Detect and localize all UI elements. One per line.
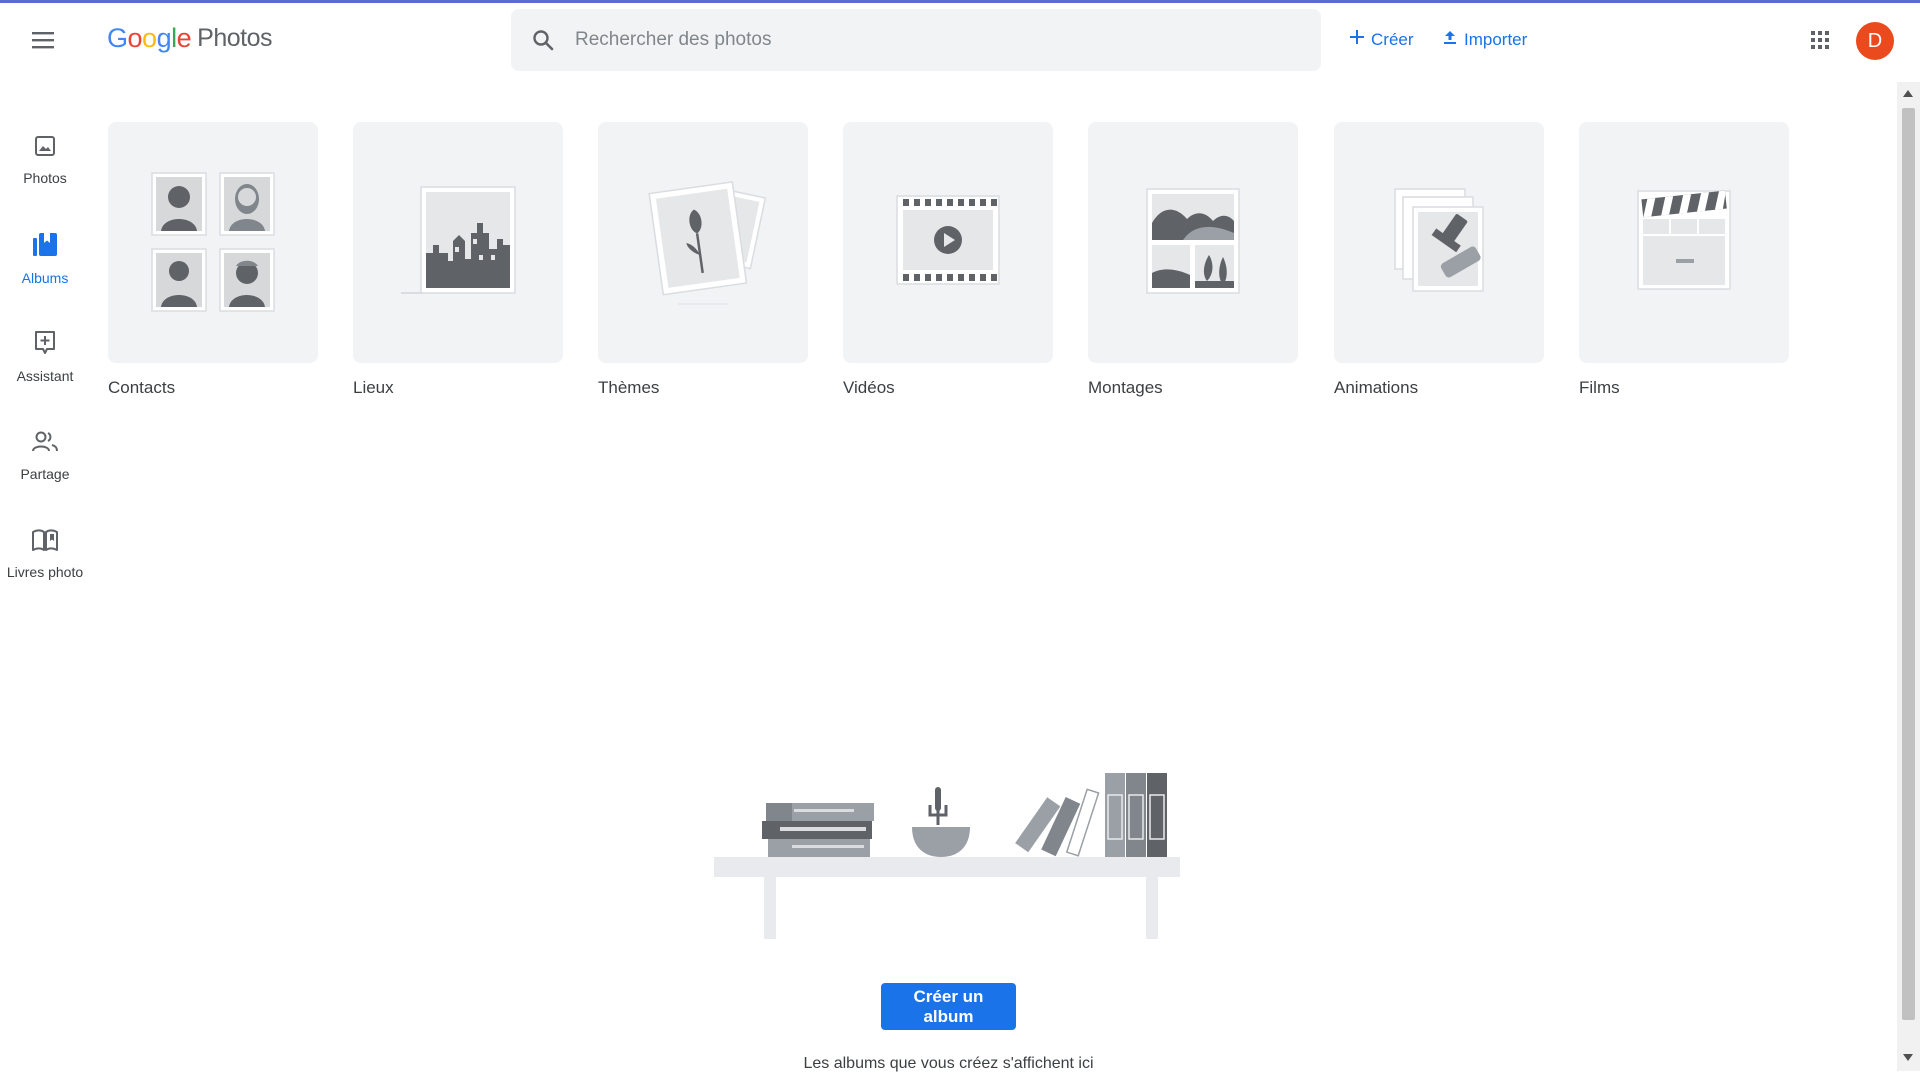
places-icon: [393, 175, 523, 310]
collage-icon: [1143, 185, 1243, 300]
search-input[interactable]: [573, 28, 1277, 52]
nav-item-albums[interactable]: Albums: [0, 232, 90, 286]
tile-label: Contacts: [108, 378, 176, 397]
scroll-up-arrow-icon[interactable]: [1903, 90, 1913, 97]
tile-label: Films: [1579, 378, 1620, 397]
book-icon: [31, 528, 59, 557]
logo-letter: e: [176, 23, 192, 53]
tile-label: Montages: [1088, 378, 1163, 397]
nav-item-photos[interactable]: Photos: [0, 134, 90, 186]
nav-label: Partage: [20, 466, 70, 482]
tile-label: Vidéos: [843, 378, 895, 397]
import-button[interactable]: Importer: [1442, 29, 1527, 50]
scrollbar-thumb[interactable]: [1902, 108, 1915, 1020]
create-label: Créer: [1371, 29, 1414, 49]
category-tile-contacts[interactable]: Contacts: [108, 122, 318, 398]
logo-letter: o: [127, 23, 143, 53]
tile-thumbnail: [1088, 122, 1298, 363]
empty-albums-illustration: [712, 765, 1182, 945]
tile-thumbnail: [108, 122, 318, 363]
tile-thumbnail: [1334, 122, 1544, 363]
category-tile-animations[interactable]: Animations: [1334, 122, 1544, 398]
logo-product-name: Photos: [197, 24, 272, 52]
account-avatar[interactable]: D: [1856, 22, 1894, 60]
nav-item-photo-books[interactable]: Livres photo: [0, 528, 90, 580]
tile-thumbnail: [843, 122, 1053, 363]
movie-clapper-icon: [1634, 185, 1734, 300]
logo-letter: o: [142, 23, 157, 53]
main-menu-button[interactable]: [22, 21, 64, 63]
create-album-button[interactable]: Créer un album: [881, 983, 1016, 1030]
albums-icon: [32, 232, 58, 263]
google-apps-button[interactable]: [1803, 25, 1837, 59]
search-icon[interactable]: [529, 26, 557, 54]
animation-icon: [1389, 185, 1489, 300]
empty-state-message: Les albums que vous créez s'affichent ic…: [803, 1055, 1094, 1072]
tile-label: Thèmes: [598, 378, 660, 397]
search-bar[interactable]: [511, 9, 1321, 71]
scroll-down-arrow-icon[interactable]: [1903, 1054, 1913, 1061]
assistant-icon: [33, 330, 57, 361]
things-icon: [638, 170, 768, 315]
import-label: Importer: [1464, 29, 1528, 49]
people-icon: [31, 430, 59, 459]
logo-letter: G: [107, 23, 128, 53]
category-tile-videos[interactable]: Vidéos: [843, 122, 1053, 398]
create-button[interactable]: Créer: [1349, 29, 1414, 50]
photo-icon: [33, 134, 57, 163]
category-tile-collages[interactable]: Montages: [1088, 122, 1298, 398]
contacts-icon: [148, 165, 278, 320]
page-scrollbar[interactable]: [1897, 82, 1920, 1071]
nav-label: Photos: [23, 170, 67, 186]
tile-thumbnail: [1579, 122, 1789, 363]
google-photos-logo[interactable]: Google Photos: [107, 23, 272, 54]
menu-icon: [32, 31, 54, 54]
upload-icon: [1442, 29, 1458, 50]
nav-item-assistant[interactable]: Assistant: [0, 330, 90, 384]
plus-icon: [1349, 29, 1365, 50]
tile-thumbnail: [598, 122, 808, 363]
app-header: Google Photos Créer Importer: [0, 3, 1920, 77]
nav-item-sharing[interactable]: Partage: [0, 430, 90, 482]
apps-grid-icon: [1810, 30, 1830, 55]
tile-label: Lieux: [353, 378, 394, 397]
category-tile-things[interactable]: Thèmes: [598, 122, 808, 398]
nav-label: Albums: [21, 270, 69, 286]
logo-letter: g: [156, 23, 172, 53]
category-tile-places[interactable]: Lieux: [353, 122, 563, 398]
tile-thumbnail: [353, 122, 563, 363]
avatar-letter: D: [1867, 29, 1883, 52]
nav-label: Assistant: [16, 368, 74, 384]
video-icon: [893, 190, 1003, 295]
tile-label: Animations: [1334, 378, 1419, 397]
nav-label: Livres photo: [6, 564, 84, 580]
category-tile-movies[interactable]: Films: [1579, 122, 1789, 398]
